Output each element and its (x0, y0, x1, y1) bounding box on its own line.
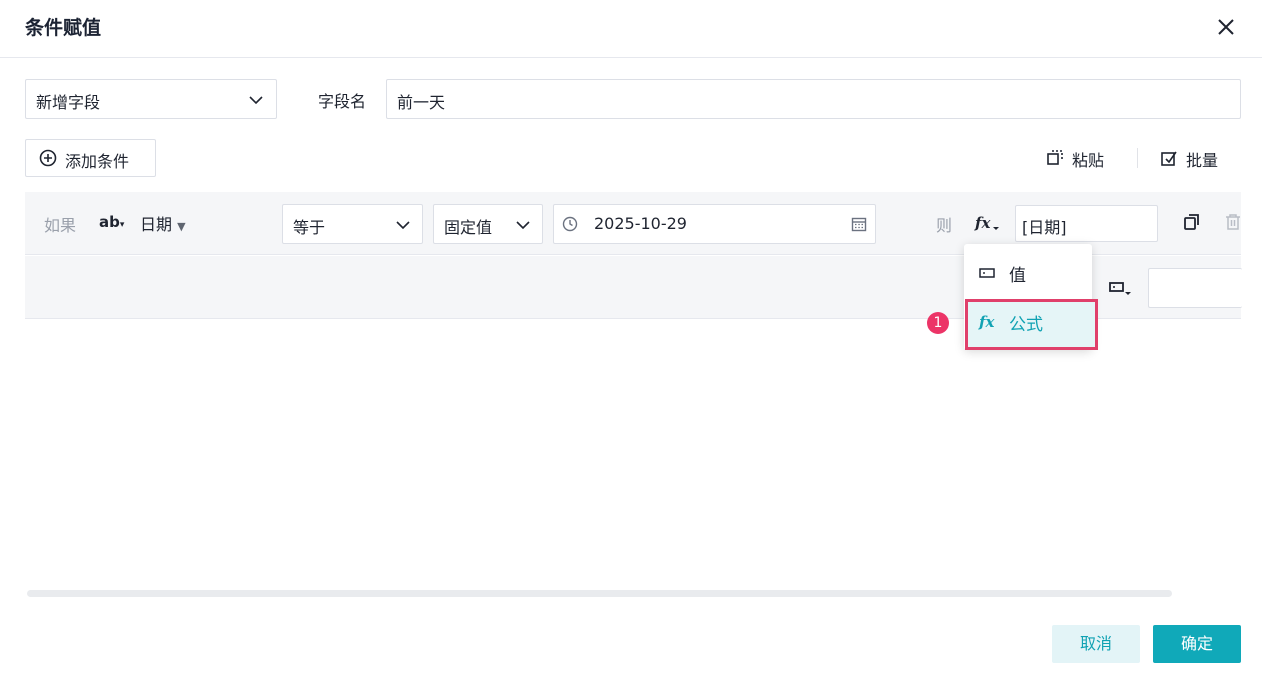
toolbar-divider (1137, 148, 1138, 168)
add-condition-button[interactable]: 添加条件 (25, 139, 156, 177)
field-type-select[interactable]: 新增字段 (25, 79, 277, 119)
add-condition-label: 添加条件 (65, 152, 130, 171)
result-value: [日期] (1022, 218, 1067, 237)
copy-icon[interactable] (1183, 213, 1201, 231)
batch-button[interactable]: 批量 (1160, 146, 1230, 170)
field-name-value: 前一天 (397, 93, 446, 112)
paste-button[interactable]: 粘贴 (1046, 146, 1116, 170)
ab-icon-text: ab (99, 213, 120, 231)
chevron-down-icon (395, 217, 411, 233)
dialog-title: 条件赋值 (25, 17, 102, 39)
cancel-button[interactable]: 取消 (1052, 625, 1140, 663)
clock-icon (562, 216, 578, 232)
delete-icon[interactable] (1224, 213, 1241, 231)
dropdown-item-formula-label: 公式 (1009, 315, 1043, 335)
else-value-input[interactable] (1148, 268, 1242, 308)
close-icon[interactable] (1212, 12, 1240, 42)
chevron-down-icon (515, 217, 531, 233)
condition-field-select[interactable]: 日期 ▼ (140, 211, 200, 235)
dropdown-item-formula[interactable]: fx 公式 (965, 299, 1098, 350)
step-badge: 1 (927, 312, 949, 334)
value-type-select[interactable]: 固定值 (433, 204, 543, 244)
dropdown-item-value-label: 值 (1009, 266, 1026, 286)
fx-icon: fx (978, 312, 1000, 332)
operator-select[interactable]: 等于 (282, 204, 423, 244)
date-value-input[interactable]: 2025-10-29 (553, 204, 876, 244)
confirm-button[interactable]: 确定 (1153, 625, 1241, 663)
chevron-down-icon (248, 92, 264, 108)
paste-icon (1046, 149, 1064, 167)
date-value: 2025-10-29 (594, 214, 687, 233)
horizontal-scrollbar[interactable] (27, 590, 1172, 597)
value-type-value: 固定值 (444, 218, 493, 237)
if-label: 如果 (44, 216, 77, 235)
field-name-input[interactable]: 前一天 (386, 79, 1241, 119)
plus-circle-icon (39, 149, 57, 167)
field-type-value: 新增字段 (36, 93, 101, 112)
then-label: 则 (936, 216, 953, 235)
paste-label: 粘贴 (1072, 151, 1105, 170)
svg-text:fx: fx (974, 214, 991, 232)
value-type-icon[interactable] (1108, 278, 1134, 298)
value-type-dropdown: 值 fx 公式 (964, 244, 1098, 350)
batch-edit-icon (1160, 149, 1178, 167)
operator-value: 等于 (293, 218, 326, 237)
field-name-label: 字段名 (318, 92, 367, 111)
calendar-icon (851, 216, 867, 232)
batch-label: 批量 (1186, 151, 1219, 170)
condition-field-label: 日期 (140, 215, 173, 234)
svg-text:fx: fx (978, 313, 995, 331)
field-type-ab-icon[interactable]: ab▾ (99, 212, 125, 234)
dropdown-item-value[interactable]: 值 (964, 250, 1092, 294)
value-box-icon (979, 265, 995, 279)
dialog-header (0, 0, 1262, 58)
caret-down-icon: ▼ (177, 220, 186, 233)
result-value-input[interactable]: [日期] (1015, 205, 1158, 242)
fx-type-icon[interactable]: fx (974, 211, 1000, 235)
